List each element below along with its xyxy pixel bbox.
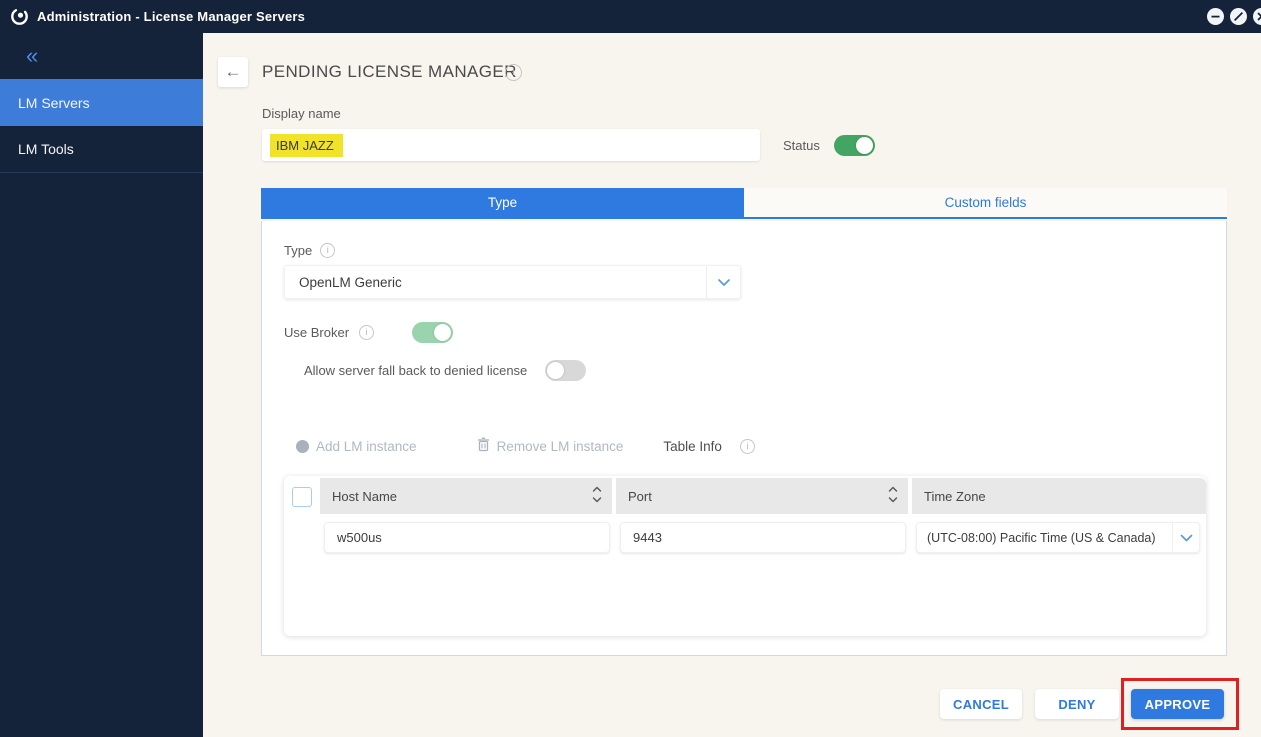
- status-field: Status: [783, 135, 875, 156]
- fallback-label: Allow server fall back to denied license: [304, 363, 527, 378]
- use-broker-info-icon[interactable]: [359, 325, 374, 340]
- window-controls: [1207, 8, 1261, 25]
- port-input[interactable]: [620, 522, 906, 553]
- cancel-button[interactable]: CANCEL: [940, 689, 1022, 719]
- back-arrow-icon: ←: [225, 62, 242, 82]
- column-header-time-zone[interactable]: Time Zone: [912, 478, 1206, 514]
- add-icon: [296, 440, 309, 453]
- minimize-icon[interactable]: [1207, 8, 1224, 25]
- tab-type[interactable]: Type: [261, 188, 744, 217]
- main-content: ← PENDING LICENSE MANAGER Display name I…: [203, 33, 1261, 737]
- page-title: PENDING LICENSE MANAGER: [262, 62, 517, 82]
- chevron-down-icon: [706, 266, 740, 298]
- deny-button[interactable]: DENY: [1035, 689, 1119, 719]
- toggle-knob: [547, 362, 564, 379]
- select-all-checkbox[interactable]: [292, 487, 312, 507]
- sidebar-item-lm-tools[interactable]: LM Tools: [0, 126, 203, 173]
- tab-label: Custom fields: [945, 195, 1027, 210]
- table-info-label: Table Info: [663, 439, 722, 454]
- tab-label: Type: [488, 195, 517, 210]
- toggle-knob: [856, 137, 873, 154]
- column-header-label: Time Zone: [924, 489, 986, 504]
- column-header-label: Port: [628, 489, 652, 504]
- add-lm-instance-button[interactable]: Add LM instance: [296, 439, 417, 454]
- sidebar-item-lm-servers[interactable]: LM Servers: [0, 79, 203, 126]
- status-toggle[interactable]: [834, 135, 875, 156]
- use-broker-label: Use Broker: [284, 325, 349, 340]
- use-broker-toggle[interactable]: [412, 322, 453, 343]
- restore-icon[interactable]: [1230, 8, 1247, 25]
- table-info-icon[interactable]: [740, 439, 755, 454]
- window-titlebar: Administration - License Manager Servers: [0, 0, 1261, 33]
- sort-icon: [592, 486, 602, 506]
- type-select[interactable]: OpenLM Generic: [284, 265, 741, 299]
- time-zone-value: (UTC-08:00) Pacific Time (US & Canada): [917, 531, 1172, 545]
- collapse-sidebar-icon[interactable]: «: [0, 33, 60, 67]
- chevron-down-icon: [1172, 523, 1199, 552]
- sidebar: « LM Servers LM Tools: [0, 33, 203, 737]
- column-header-port[interactable]: Port: [616, 478, 908, 514]
- type-info-icon[interactable]: [320, 243, 335, 258]
- tab-bar: Type Custom fields: [261, 188, 1227, 219]
- tab-custom-fields[interactable]: Custom fields: [744, 188, 1227, 217]
- display-name-input[interactable]: IBM JAZZ: [262, 129, 760, 161]
- time-zone-select[interactable]: (UTC-08:00) Pacific Time (US & Canada): [916, 522, 1200, 553]
- toggle-knob: [434, 324, 451, 341]
- host-name-input[interactable]: [324, 522, 610, 553]
- sort-icon: [888, 486, 898, 506]
- page-info-icon[interactable]: [505, 64, 522, 81]
- status-label: Status: [783, 138, 820, 153]
- type-label: Type: [284, 243, 312, 258]
- lm-instance-table: Host Name Port: [284, 476, 1206, 636]
- display-name-value: IBM JAZZ: [270, 134, 343, 157]
- sidebar-item-label: LM Tools: [18, 141, 74, 157]
- add-lm-instance-label: Add LM instance: [316, 439, 417, 454]
- window-title: Administration - License Manager Servers: [37, 9, 305, 24]
- use-broker-row: Use Broker: [284, 322, 453, 343]
- sidebar-nav: LM Servers LM Tools: [0, 79, 203, 173]
- app-logo-icon: [10, 7, 29, 26]
- table-info-button[interactable]: Table Info: [663, 439, 755, 454]
- type-tab-panel: Type OpenLM Generic Use Broker Allow ser…: [261, 221, 1227, 656]
- table-toolbar: Add LM instance Remove LM instance Ta: [296, 437, 755, 455]
- back-button[interactable]: ←: [218, 57, 248, 87]
- display-name-label: Display name: [262, 106, 341, 121]
- fallback-row: Allow server fall back to denied license: [304, 360, 586, 381]
- column-header-label: Host Name: [332, 489, 397, 504]
- column-header-host-name[interactable]: Host Name: [320, 478, 612, 514]
- type-field-label-row: Type: [284, 243, 335, 258]
- close-icon[interactable]: [1253, 8, 1261, 25]
- fallback-toggle[interactable]: [545, 360, 586, 381]
- approve-button[interactable]: APPROVE: [1131, 689, 1224, 719]
- type-select-value: OpenLM Generic: [285, 275, 706, 290]
- remove-lm-instance-label: Remove LM instance: [497, 439, 624, 454]
- trash-icon: [477, 437, 490, 455]
- sidebar-item-label: LM Servers: [18, 95, 90, 111]
- remove-lm-instance-button[interactable]: Remove LM instance: [477, 437, 624, 455]
